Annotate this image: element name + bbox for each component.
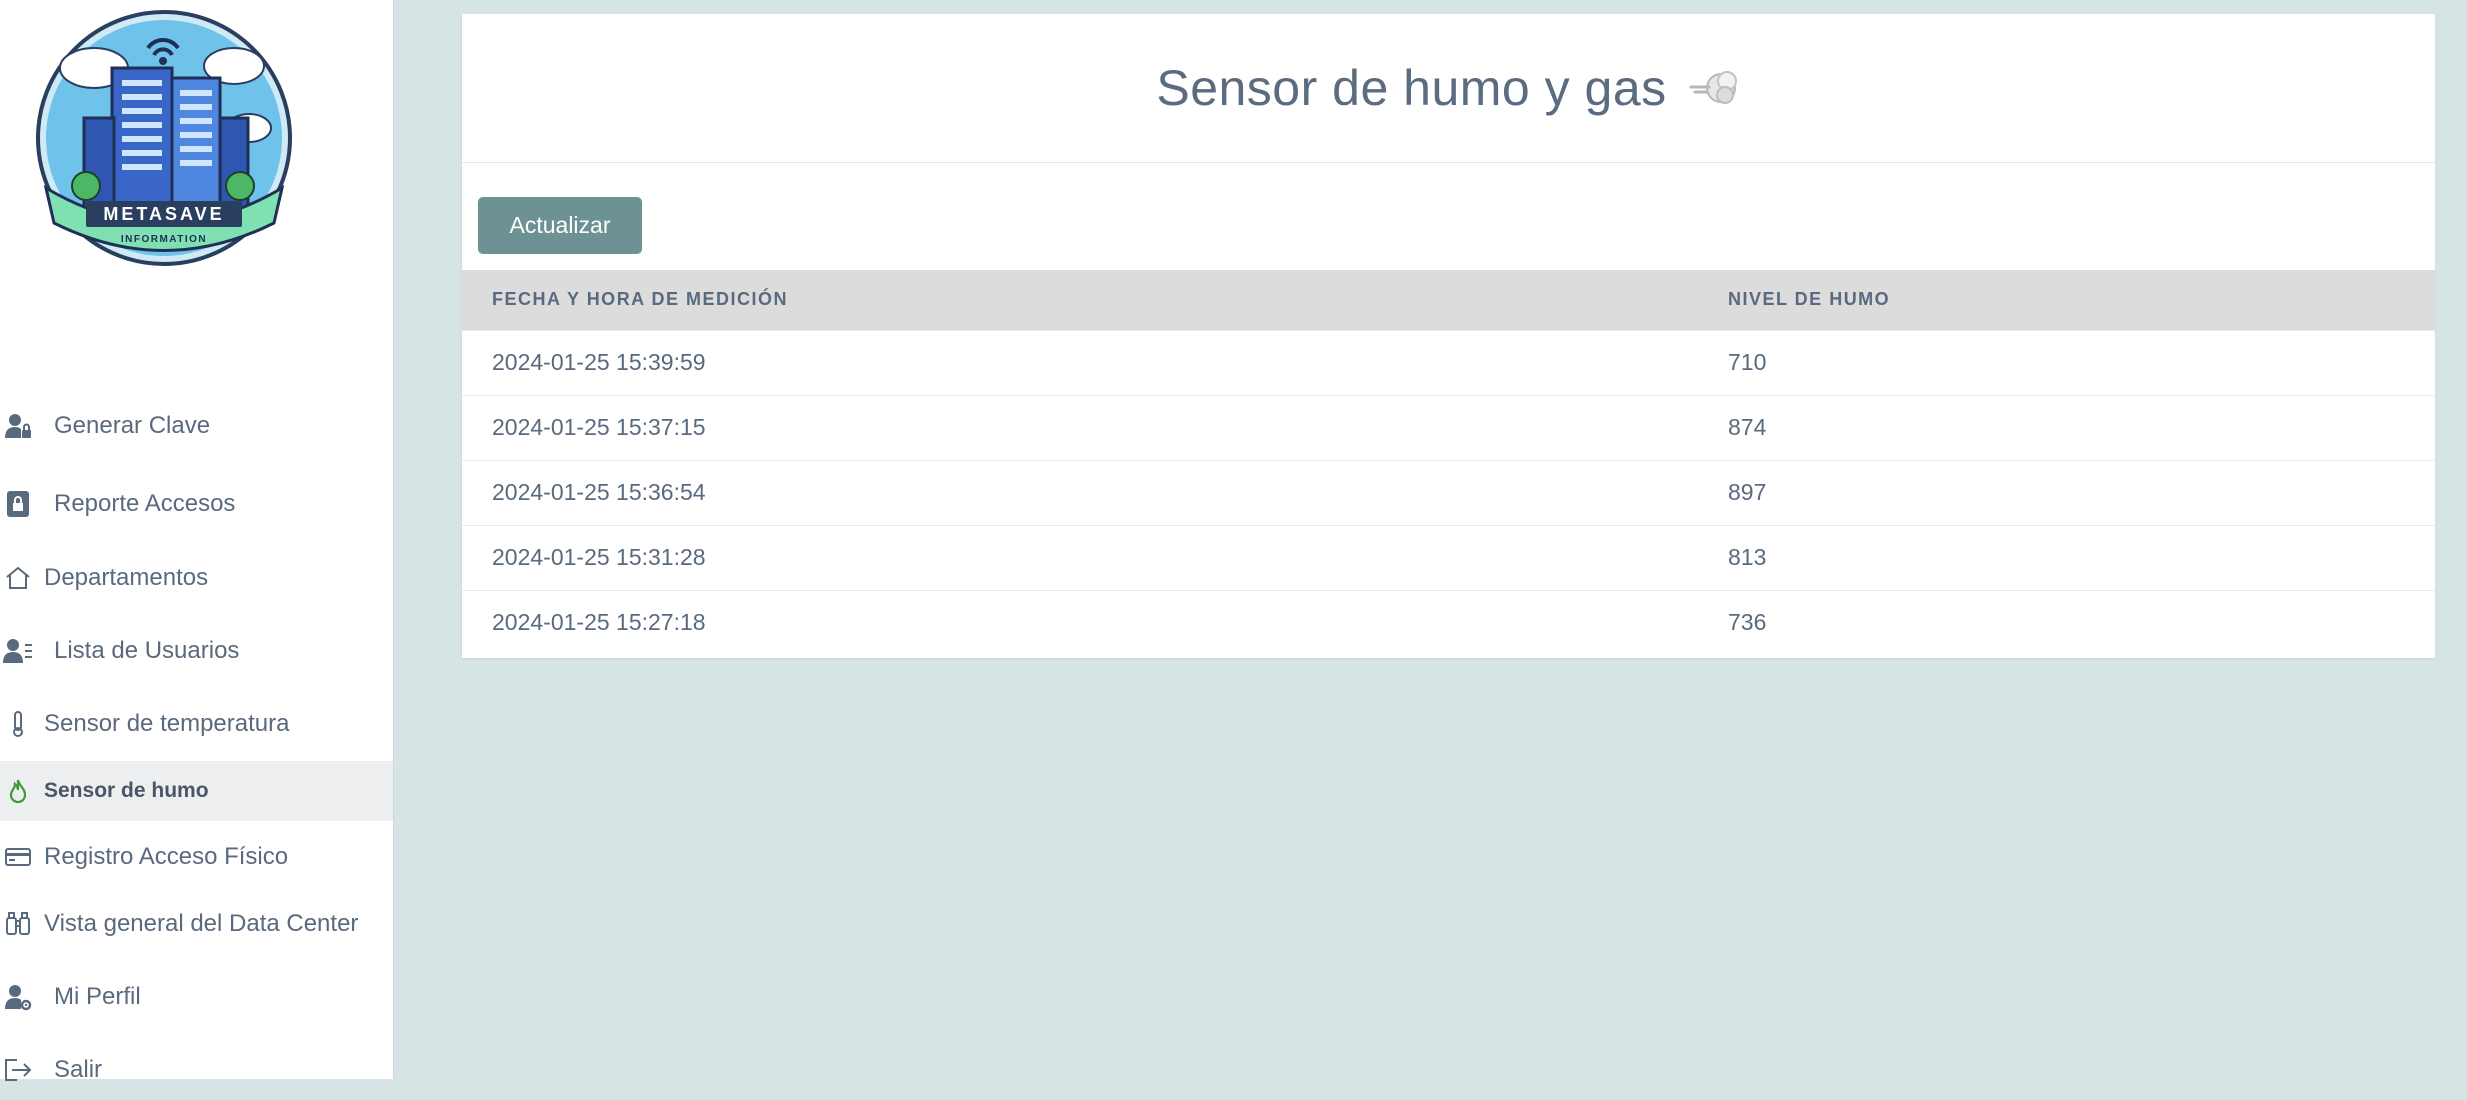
sidebar-item-departamentos[interactable]: Departamentos [0,548,393,608]
fire-icon [2,775,34,807]
column-header-fecha: Fecha y hora de medición [492,289,789,310]
page-title: Sensor de humo y gas [1156,60,1667,116]
sidebar-item-label: Registro Acceso Físico [44,843,289,870]
cell-nivel: 897 [1698,459,2435,525]
cell-fecha: 2024-01-25 15:27:18 [462,589,1698,655]
house-icon [2,562,34,594]
sidebar-item-label: Mi Perfil [54,983,141,1010]
sidebar-item-reporte-accesos[interactable]: Reporte Accesos [0,474,393,534]
table-row: 2024-01-25 15:39:59 710 [462,329,2435,395]
table-row: 2024-01-25 15:36:54 897 [462,459,2435,525]
sensor-card: Sensor de humo y gas Actualizar Fecha y … [462,14,2435,658]
sidebar-item-lista-usuarios[interactable]: Lista de Usuarios [0,621,393,681]
logo-brand-text: METASAVE [103,204,224,224]
sidebar-item-label: Salir [54,1056,103,1083]
cell-fecha: 2024-01-25 15:31:28 [462,524,1698,590]
user-lock-icon [2,410,34,442]
cell-nivel: 736 [1698,589,2435,655]
sidebar-item-label: Lista de Usuarios [54,637,240,664]
logo-tagline-text: INFORMATION [121,234,207,245]
cell-nivel: 874 [1698,394,2435,460]
table-row: 2024-01-25 15:27:18 736 [462,589,2435,655]
user-list-icon [2,635,34,667]
cell-fecha: 2024-01-25 15:39:59 [462,329,1698,395]
cell-nivel: 813 [1698,524,2435,590]
smoke-readings-table: Fecha y hora de medición Nivel de humo 2… [462,270,2435,655]
metasave-logo: METASAVE INFORMATION [36,10,292,266]
cell-nivel: 710 [1698,329,2435,395]
sidebar-item-label: Vista general del Data Center [44,910,359,937]
sidebar-item-label: Generar Clave [54,412,211,439]
cell-fecha: 2024-01-25 15:36:54 [462,459,1698,525]
sidebar-item-label: Reporte Accesos [54,490,236,517]
table-row: 2024-01-25 15:37:15 874 [462,394,2435,460]
sidebar-item-mi-perfil[interactable]: Mi Perfil [0,967,393,1027]
sidebar-item-salir[interactable]: Salir [0,1040,393,1100]
table-row: 2024-01-25 15:31:28 813 [462,524,2435,590]
smoke-icon [1687,61,1741,115]
sidebar: METASAVE INFORMATION Generar Clave Repor… [0,0,394,1083]
table-header-row: Fecha y hora de medición Nivel de humo [462,270,2435,330]
sidebar-item-label: Departamentos [44,564,209,591]
sidebar-item-generar-clave[interactable]: Generar Clave [0,396,393,456]
card-header: Sensor de humo y gas [462,14,2435,163]
sidebar-item-vista-data-center[interactable]: Vista general del Data Center [0,894,393,954]
user-gear-icon [2,981,34,1013]
cell-fecha: 2024-01-25 15:37:15 [462,394,1698,460]
column-header-nivel: Nivel de humo [1728,289,1891,310]
sidebar-item-label: Sensor de temperatura [44,710,290,737]
credit-card-icon [2,841,34,873]
sidebar-item-sensor-temperatura[interactable]: Sensor de temperatura [0,694,393,754]
binoculars-icon [2,908,34,940]
sidebar-item-label: Sensor de humo [44,779,209,802]
sidebar-item-registro-acceso[interactable]: Registro Acceso Físico [0,827,393,887]
sidebar-item-sensor-humo[interactable]: Sensor de humo [0,761,393,821]
logout-icon [2,1054,34,1086]
lock-icon [2,488,34,520]
thermometer-icon [2,708,34,740]
refresh-button[interactable]: Actualizar [478,197,642,254]
